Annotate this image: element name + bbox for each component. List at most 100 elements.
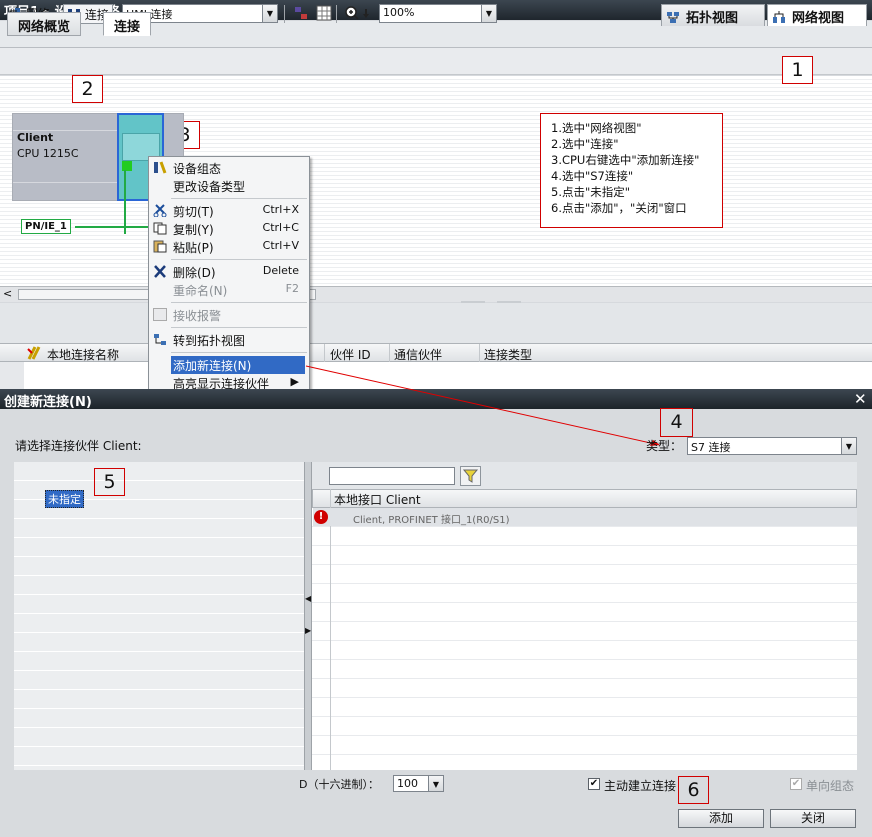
menu-shortcut: Delete [262,264,299,277]
toolbar-divider [336,5,337,23]
tab-topology-view[interactable]: 拓扑视图 [661,4,765,26]
filter-input[interactable] [329,467,455,485]
zoom-value: 100% [383,6,415,19]
subnet-label[interactable]: PN/IE_1 [21,219,71,234]
arrow-annotation [305,365,660,446]
zoom-select[interactable]: 100% ▼ [379,4,497,23]
tools-icon [27,346,41,360]
partner-tree [14,462,304,770]
topology-icon [667,12,679,23]
close-button[interactable]: 关闭 [770,809,856,828]
toolbar-divider [284,5,285,23]
instruction-box: 1.选中"网络视图" 2.选中"连接" 3.CPU右键选中"添加新连接" 4.选… [540,113,723,228]
menu-label: 删除(D) [173,266,216,280]
context-menu: 设备组态 更改设备类型 剪切(T) Ctrl+X 复制(Y) Ctrl+C 粘贴(P… [148,156,310,391]
instruction-line: 6.点击"添加"，"关闭"窗口 [551,201,687,215]
menu-divider [171,352,307,353]
address-icon [295,7,307,19]
callout-2: 2 [72,75,103,103]
col-local-interface[interactable]: 本地接口 Client [334,491,421,508]
delete-icon [154,265,166,278]
filter-icon [462,469,479,483]
type-label: 类型： [646,439,683,453]
tab-network-overview[interactable]: 网络概览 [7,12,82,36]
toolbar [0,48,872,75]
close-icon[interactable]: ✕ [854,390,867,408]
partner-prompt: 请选择连接伙伴 Client: [15,439,142,453]
filter-button[interactable] [460,466,481,486]
tab-connections[interactable]: 连接 [103,12,152,36]
menu-divider [171,302,307,303]
chevron-down-icon: ▼ [841,438,856,454]
scissors-icon [153,204,167,217]
menu-change-device-type[interactable]: 更改设备类型 [149,177,309,195]
menu-delete[interactable]: 删除(D) Delete [149,263,309,281]
chevron-down-icon: ▼ [481,5,496,22]
horizontal-scrollbar[interactable]: < [0,286,872,307]
menu-label: 转到拓扑视图 [173,334,246,348]
menu-label: 设备组态 [173,162,222,176]
tab-network-label: 网络视图 [792,11,845,26]
menu-divider [171,327,307,328]
interface-row-text: Client, PROFINET 接口_1(R0/S1) [353,515,510,526]
grid-icon [316,5,332,21]
submenu-arrow-icon: ▶ [290,375,299,388]
callout-5: 5 [94,468,125,496]
grid-button[interactable] [313,4,335,23]
menu-paste[interactable]: 粘贴(P) Ctrl+V [149,238,309,256]
network-icon [773,11,785,23]
active-connection-checkbox[interactable]: ✔ [588,778,600,790]
type-value: S7 连接 [691,441,731,454]
menu-label: 重命名(N) [173,284,228,298]
one-way-checkbox: ✔ [790,778,802,790]
zoom-button[interactable] [341,4,375,23]
menu-divider [171,259,307,260]
device-config-icon [154,161,167,174]
lower-tab-bar [0,303,872,343]
menu-copy[interactable]: 复制(Y) Ctrl+C [149,220,309,238]
one-way-label: 单向组态 [806,779,855,793]
collapse-left-icon[interactable]: ◀ [305,594,311,603]
zoom-icon [345,6,369,20]
tab-topology-label: 拓扑视图 [686,11,739,26]
callout-6: 6 [678,776,709,804]
menu-device-config[interactable]: 设备组态 [149,159,309,177]
menu-label: 更改设备类型 [173,180,246,194]
chevron-down-icon: ▼ [428,776,443,791]
menu-label: 复制(Y) [173,223,214,237]
menu-go-to-topology[interactable]: 转到拓扑视图 [149,331,309,349]
id-value: 100 [397,777,418,790]
device-name: Client [17,131,54,144]
menu-receive-alarms: 接收报警 [149,306,309,324]
tab-network-view[interactable]: 网络视图 [767,4,867,26]
active-connection-label: 主动建立连接 [604,779,677,793]
copy-icon [153,222,167,235]
id-select[interactable]: 100 ▼ [393,775,444,792]
menu-label: 剪切(T) [173,205,214,219]
checkbox-icon [153,308,167,321]
menu-shortcut: Ctrl+C [262,221,299,234]
menu-label: 接收报警 [173,309,222,323]
expand-right-icon[interactable]: ▶ [305,626,311,635]
col-local-connection-name[interactable]: 本地连接名称 [47,346,119,363]
pane-splitter[interactable]: ◀ ▶ [304,462,312,770]
instruction-line: 5.点击"未指定" [551,185,631,199]
connection-type-dropdown[interactable]: S7 连接 ▼ [687,437,857,455]
menu-divider [171,198,307,199]
device-model: CPU 1215C [17,147,79,160]
menu-label: 粘贴(P) [173,241,214,255]
topology-icon [154,334,166,345]
callout-4: 4 [660,408,693,437]
id-label: D（十六进制）： [299,778,379,791]
show-address-button[interactable] [290,4,312,23]
add-button[interactable]: 添加 [678,809,764,828]
instruction-line: 3.CPU右键选中"添加新连接" [551,153,700,167]
scroll-left-icon[interactable]: < [3,287,12,300]
paste-icon [153,240,167,253]
menu-shortcut: Ctrl+X [262,203,299,216]
interface-table [312,489,857,770]
tree-item-unspecified[interactable]: 未指定 [45,490,84,508]
menu-add-new-connection[interactable]: 添加新连接(N) [171,356,305,374]
menu-cut[interactable]: 剪切(T) Ctrl+X [149,202,309,220]
menu-shortcut: F2 [285,282,299,295]
